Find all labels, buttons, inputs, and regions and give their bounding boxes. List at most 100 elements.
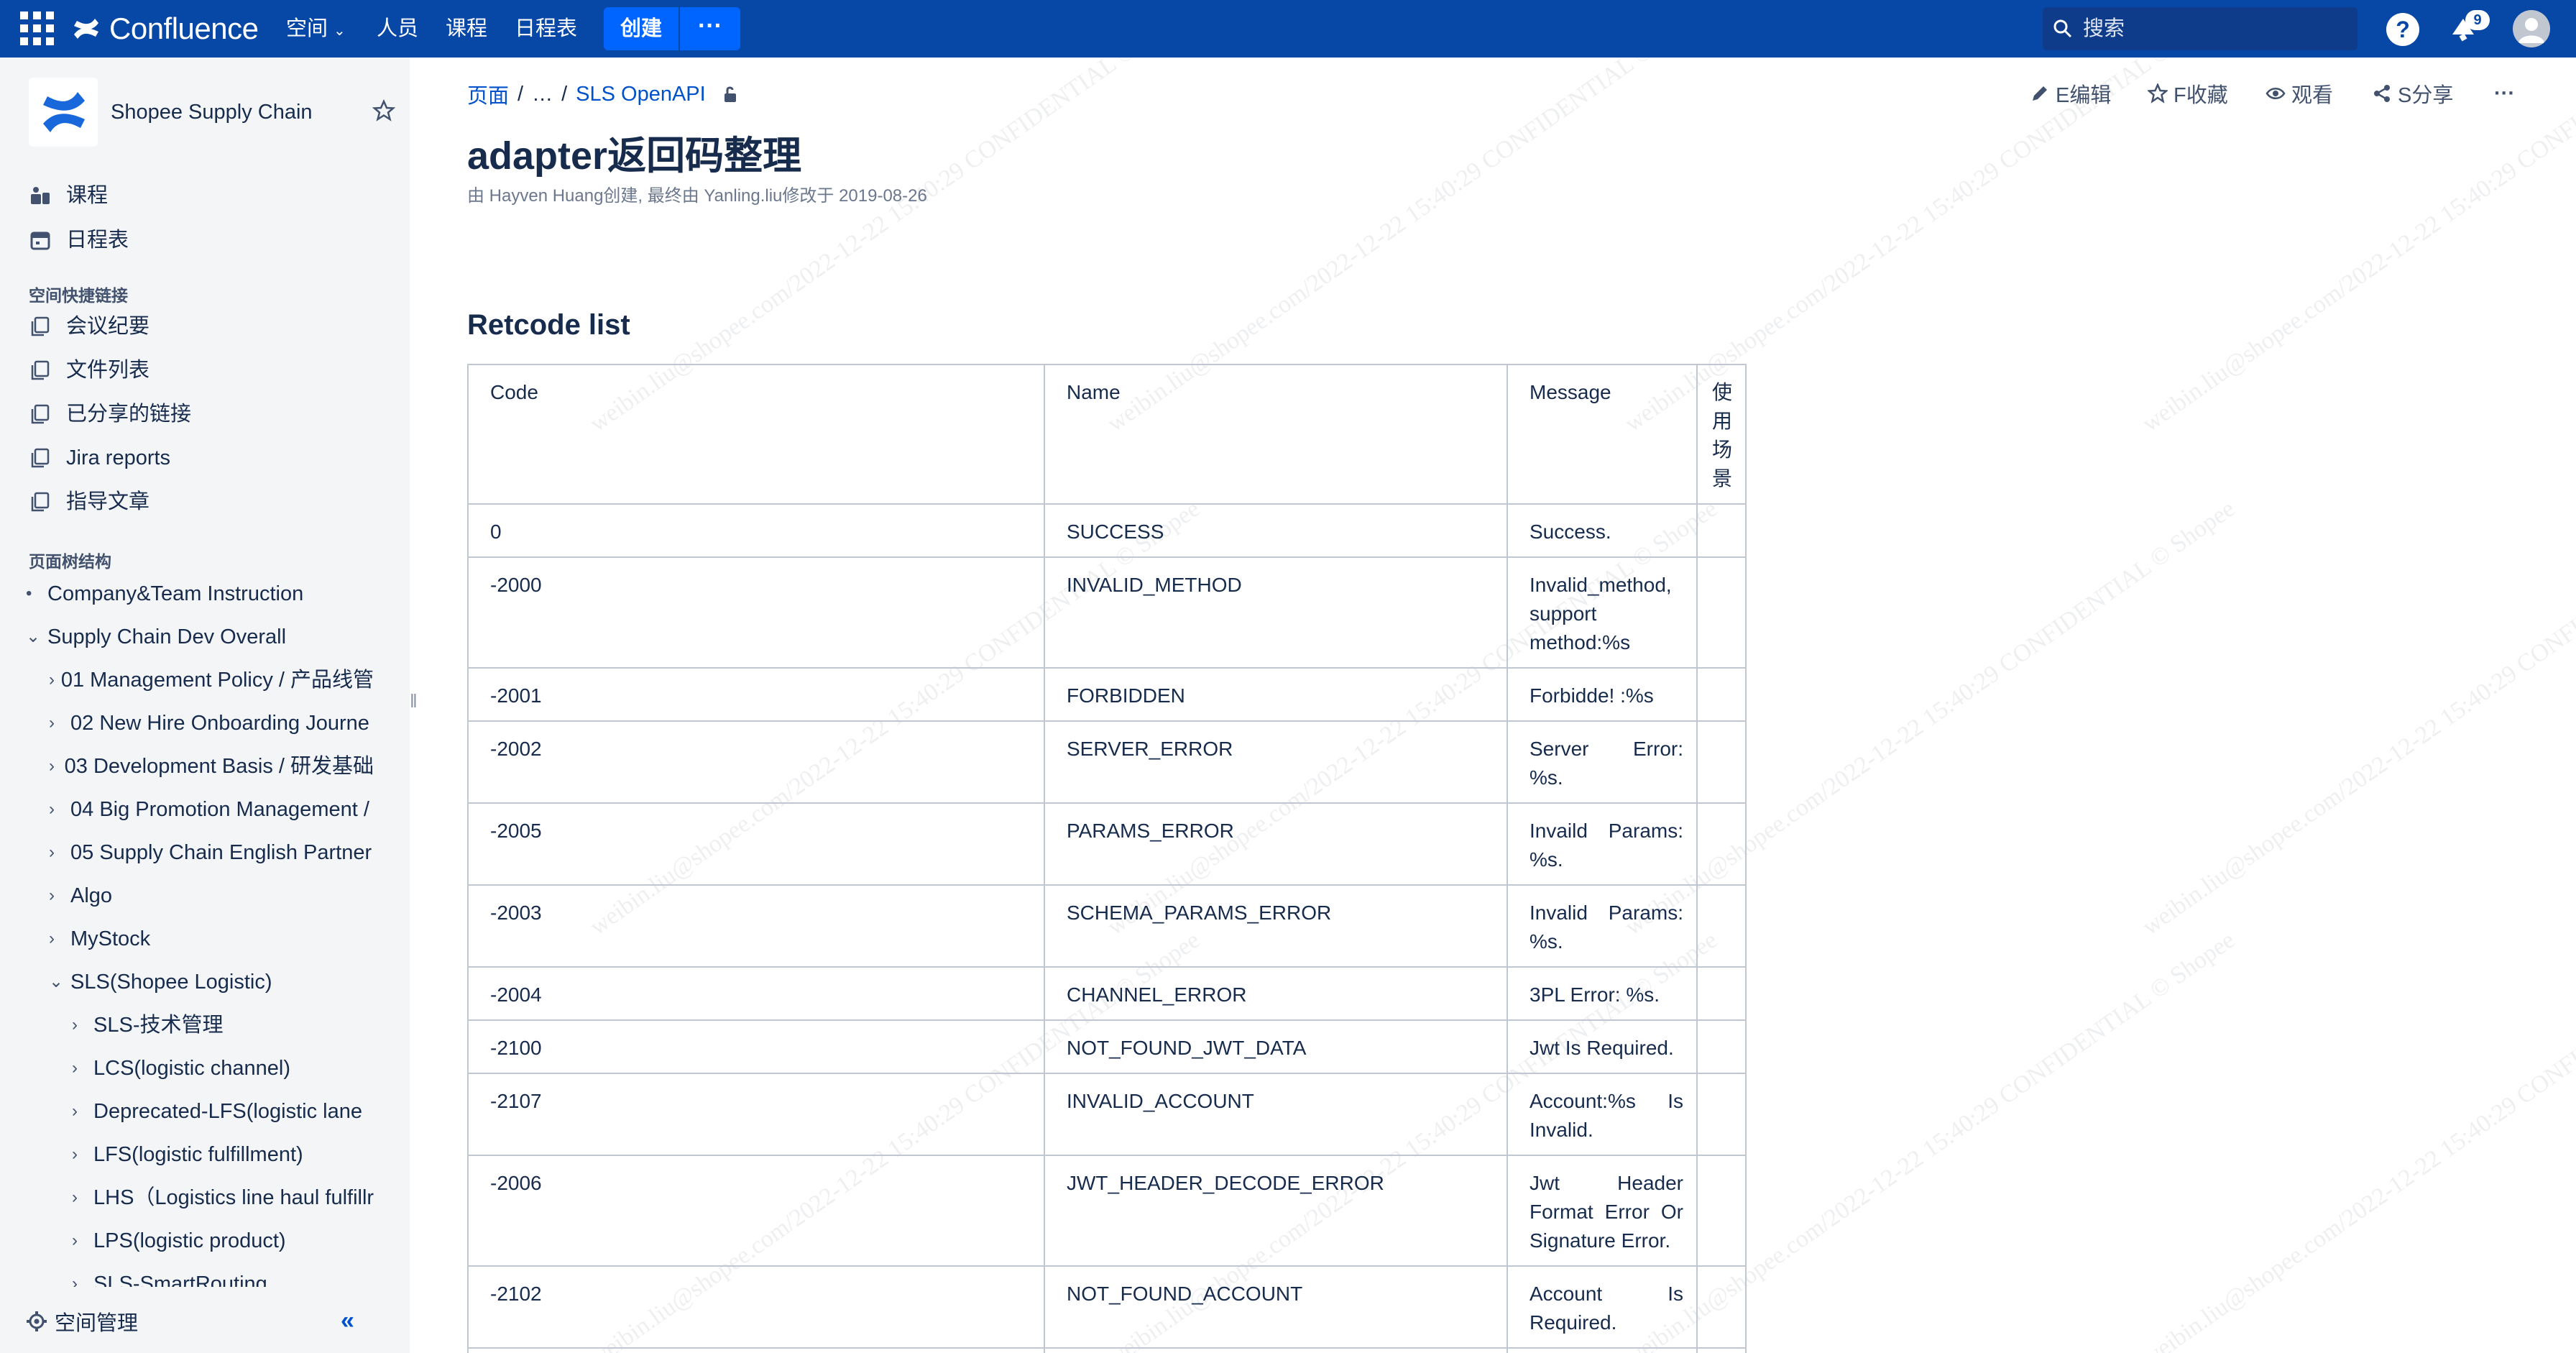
nav-spaces[interactable]: 空间 ⌄	[286, 14, 346, 43]
search-icon	[2053, 19, 2072, 38]
create-more-button[interactable]: ···	[680, 7, 740, 50]
watch-button[interactable]: 观看	[2266, 79, 2333, 108]
tree-item[interactable]: › Algo	[49, 881, 374, 910]
collapse-sidebar-icon[interactable]: «	[341, 1307, 354, 1335]
breadcrumb-ellipsis[interactable]: …	[532, 83, 553, 106]
tree-item[interactable]: › 04 Big Promotion Management /	[49, 795, 374, 824]
cell-code: -2005	[467, 802, 1045, 886]
nav-people[interactable]: 人员	[377, 14, 418, 43]
tree-item[interactable]: › 03 Development Basis / 研发基础	[49, 752, 374, 781]
shortcut-guides[interactable]: 指导文章	[29, 487, 150, 516]
header-usage: 使用场景	[1696, 364, 1747, 505]
watermark: weibin.liu@shopee.com/2022-12-22 15:40:2…	[2137, 927, 2576, 1353]
section-heading: Retcode list	[467, 309, 630, 341]
tree-item[interactable]: ⌄ SLS(Shopee Logistic)	[49, 968, 374, 996]
create-button[interactable]: 创建	[604, 7, 678, 50]
cell-message: Account Is Required.	[1506, 1265, 1698, 1349]
tree-item[interactable]: › SLS-SmartRouting	[72, 1270, 375, 1287]
tree-item[interactable]: › 02 New Hire Onboarding Journe	[49, 709, 374, 738]
tree-item[interactable]: › Deprecated-LFS(logistic lane	[72, 1097, 375, 1126]
chevron-right-icon[interactable]: ›	[72, 1097, 93, 1126]
tree-item[interactable]: › LHS（Logistics line haul fulfillr	[72, 1183, 375, 1212]
nav-courses[interactable]: 课程	[446, 14, 487, 43]
search-input[interactable]	[2083, 14, 2342, 43]
chevron-right-icon[interactable]: ›	[72, 1183, 93, 1212]
search-box[interactable]	[2043, 7, 2358, 50]
chevron-down-icon[interactable]: ⌄	[49, 968, 70, 996]
shortcut-file-list[interactable]: 文件列表	[29, 356, 150, 385]
user-avatar[interactable]	[2513, 10, 2550, 47]
space-name[interactable]: Shopee Supply Chain	[111, 101, 313, 124]
chevron-right-icon[interactable]: ›	[49, 752, 65, 781]
chevron-right-icon[interactable]: ›	[72, 1054, 93, 1083]
more-actions-icon[interactable]: ···	[2494, 79, 2515, 108]
chevron-right-icon[interactable]: ›	[49, 925, 70, 953]
chevron-right-icon[interactable]: ›	[49, 709, 70, 738]
chevron-right-icon[interactable]: ›	[49, 666, 61, 694]
page-byline: 由 Hayven Huang创建, 最终由 Yanling.liu修改于 201…	[467, 186, 927, 206]
eye-icon	[2266, 88, 2286, 99]
chevron-right-icon[interactable]: ›	[72, 1226, 93, 1255]
breadcrumb-parent[interactable]: SLS OpenAPI	[576, 83, 706, 106]
header-message: Message	[1506, 364, 1698, 505]
share-button[interactable]: S分享	[2372, 79, 2453, 108]
shortcut-label: 已分享的链接	[66, 403, 192, 426]
tree-item[interactable]: › MyStock	[49, 925, 374, 953]
sidebar-item-label: 日程表	[66, 229, 129, 252]
page-copy-icon	[31, 404, 50, 424]
brand-name: Confluence	[109, 12, 259, 45]
cell-message: 3PL Error: %s.	[1506, 966, 1698, 1021]
tree-item[interactable]: › SLS-技术管理	[72, 1011, 375, 1040]
cell-usage	[1696, 802, 1747, 886]
shortcut-meeting-notes[interactable]: 会议纪要	[29, 312, 150, 341]
chevron-right-icon[interactable]: ›	[49, 795, 70, 824]
cell-usage	[1696, 720, 1747, 804]
tree-item[interactable]: ⌄ Supply Chain Dev Overall	[26, 623, 385, 651]
favorite-label: F收藏	[2174, 84, 2228, 107]
sidebar-item-courses[interactable]: 课程	[29, 181, 108, 210]
space-logo[interactable]	[29, 78, 98, 147]
unlock-icon[interactable]	[722, 85, 740, 104]
cell-usage	[1696, 966, 1747, 1021]
chevron-down-icon[interactable]: ⌄	[26, 623, 47, 651]
app-switcher-icon[interactable]	[19, 10, 56, 47]
chevron-right-icon[interactable]: ›	[72, 1140, 93, 1169]
tree-item[interactable]: • Company&Team Instruction	[26, 579, 385, 608]
favorite-star-icon[interactable]	[372, 99, 395, 122]
tree-item-label: LCS(logistic channel)	[93, 1057, 291, 1080]
sidebar-resize-handle[interactable]: ‖	[410, 690, 418, 712]
chevron-right-icon[interactable]: ›	[72, 1270, 93, 1287]
tree-item-label: 02 New Hire Onboarding Journe	[70, 712, 369, 735]
tree-item[interactable]: › LPS(logistic product)	[72, 1226, 375, 1255]
shortcut-label: 指导文章	[66, 490, 150, 513]
chevron-right-icon[interactable]: ›	[49, 838, 70, 867]
cell-message: Invalid_method, support method:%s	[1506, 556, 1698, 669]
cell-code: -2002	[467, 720, 1045, 804]
favorite-button[interactable]: F收藏	[2148, 79, 2228, 108]
shortcut-shared-links[interactable]: 已分享的链接	[29, 400, 191, 428]
breadcrumb-pages[interactable]: 页面	[467, 79, 509, 109]
space-settings-button[interactable]: 空间管理	[26, 1307, 138, 1336]
help-icon[interactable]: ?	[2386, 13, 2419, 46]
nav-calendars[interactable]: 日程表	[515, 14, 577, 43]
tree-item-label: MyStock	[70, 927, 151, 950]
cell-name: PARAMS_ERROR	[1044, 802, 1508, 886]
table-row: -2107 INVALID_ACCOUNT Account:%s Is Invali…	[467, 1073, 1747, 1156]
user-icon	[2518, 18, 2544, 43]
table-row: -2100 NOT_FOUND_JWT_DATA Jwt Is Required.	[467, 1019, 1747, 1074]
cell-code: -2006	[467, 1155, 1045, 1267]
chevron-right-icon[interactable]: ›	[49, 881, 70, 910]
chevron-right-icon[interactable]: ›	[72, 1011, 93, 1040]
shortcut-jira-reports[interactable]: Jira reports	[29, 444, 170, 472]
edit-button[interactable]: E编辑	[2030, 79, 2111, 108]
confluence-logo[interactable]: Confluence	[72, 10, 259, 47]
cell-name: NOT_FOUND_JWT_DATA	[1044, 1019, 1508, 1074]
cell-code: -2004	[467, 966, 1045, 1021]
tree-item[interactable]: › 05 Supply Chain English Partner	[49, 838, 374, 867]
tree-item[interactable]: › 01 Management Policy / 产品线管	[49, 666, 374, 694]
cell-code: -2000	[467, 556, 1045, 669]
tree-item[interactable]: › LCS(logistic channel)	[72, 1054, 375, 1083]
sidebar-item-calendars[interactable]: 日程表	[29, 226, 129, 254]
table-row: 0 SUCCESS Success.	[467, 503, 1747, 558]
tree-item[interactable]: › LFS(logistic fulfillment)	[72, 1140, 375, 1169]
